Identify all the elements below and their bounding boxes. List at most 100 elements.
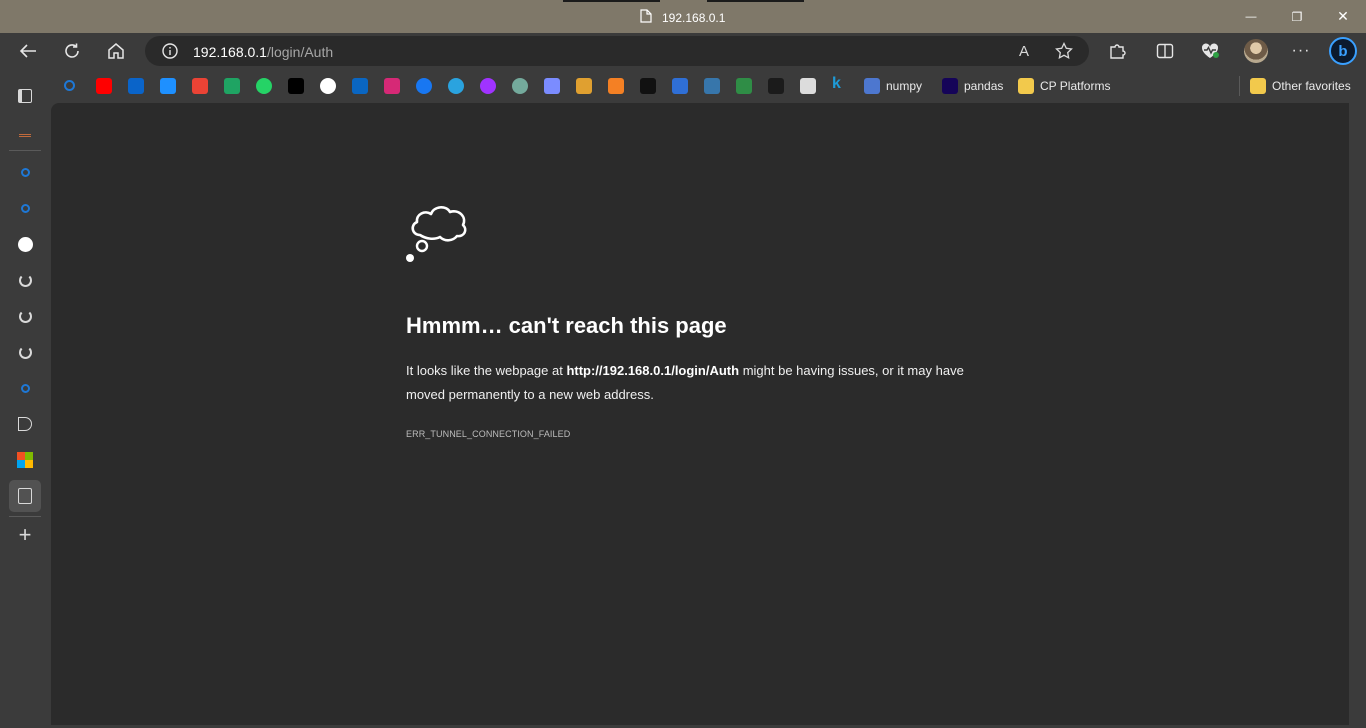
favorite-notes-icon[interactable] [800,78,816,94]
error-description: It looks like the webpage at http://192.… [406,359,1006,407]
sidebar-item-document[interactable] [9,480,41,512]
favorite-folder-1-icon[interactable] [942,78,958,94]
favorite-search-icon[interactable] [64,80,75,91]
sidebar-item-windows[interactable] [9,444,41,476]
favorite-youtube-icon[interactable] [96,78,112,94]
favorite-k-icon[interactable]: k [832,75,848,92]
sidebar-item-speaker[interactable] [9,408,41,440]
restore-button[interactable]: ❐ [1274,0,1320,33]
minimize-icon: — [1245,10,1257,23]
home-button[interactable] [99,35,133,67]
error-url: http://192.168.0.1/login/Auth [566,363,740,378]
sidebar-item-stack[interactable] [9,116,41,148]
favorite-google-drive-icon[interactable] [224,78,240,94]
other-favorites-link[interactable]: Other favorites [1272,79,1351,93]
favorite-folder-0-icon[interactable] [864,78,880,94]
error-code: ERR_TUNNEL_CONNECTION_FAILED [406,429,571,439]
bing-copilot-icon: b [1329,37,1357,65]
address-url[interactable]: 192.168.0.1/login/Auth [193,44,333,60]
sidebar-item-github[interactable] [9,228,41,260]
sidebar-divider [9,516,41,517]
favorite-x-icon[interactable] [288,78,304,94]
read-aloud-icon: A [1018,42,1029,60]
plus-icon: + [18,522,32,547]
copilot-button[interactable]: b [1326,35,1360,67]
spinner-icon [18,273,32,287]
sidebar-item-spinner[interactable] [9,300,41,332]
sidebar-add-button[interactable]: + [9,519,41,551]
search-icon [20,383,30,393]
favorite-arc-icon[interactable] [672,78,688,94]
tabs-icon [18,89,32,103]
read-aloud-button[interactable]: A [1011,40,1037,62]
sidebar-item-tabs[interactable] [9,80,41,112]
refresh-button[interactable] [55,35,89,67]
puzzle-icon [1110,44,1126,59]
browser-essentials-button[interactable] [1193,35,1227,67]
tab-strip-accent [563,0,660,2]
add-favorite-button[interactable] [1051,40,1077,62]
favorite-codeium-icon[interactable] [640,78,656,94]
close-icon: ✕ [1337,8,1349,24]
favorite-github-icon[interactable] [320,78,336,94]
favorite-link[interactable]: CP Platforms [1040,79,1110,93]
minimize-button[interactable]: — [1228,0,1274,33]
spinner-icon [18,345,32,359]
favorite-gemini-icon[interactable] [544,78,560,94]
profile-button[interactable] [1239,35,1273,67]
site-info-icon[interactable] [161,42,179,65]
back-arrow-icon [19,44,36,58]
tab-strip-accent [707,0,804,2]
page-content: Hmmm… can't reach this page It looks lik… [51,103,1349,725]
favorite-link[interactable]: pandas [964,79,1003,93]
favorite-onedrive-icon[interactable] [160,78,176,94]
favorite-folder-2-icon[interactable] [1018,78,1034,94]
error-text-before: It looks like the webpage at [406,363,567,378]
favorite-geeks-icon[interactable] [736,78,752,94]
error-title: Hmmm… can't reach this page [406,313,727,338]
favorite-instagram-icon[interactable] [384,78,400,94]
window-title: 192.168.0.1 [640,9,725,26]
split-screen-button[interactable] [1148,35,1182,67]
page-icon [640,9,652,26]
heart-pulse-icon [1201,43,1219,58]
favorite-stackoverflow-icon[interactable] [608,78,624,94]
favorite-chatgpt-icon[interactable] [512,78,528,94]
favorite-messenger-icon[interactable] [480,78,496,94]
favorite-linkedin-icon[interactable] [352,78,368,94]
extensions-button[interactable] [1100,35,1134,67]
url-path: /login/Auth [266,44,334,60]
sidebar-item-spinner[interactable] [9,264,41,296]
favorite-whatsapp-icon[interactable] [256,78,272,94]
speaker-icon [18,417,32,431]
settings-more-button[interactable]: ··· [1284,35,1318,67]
favorite-facebook-icon[interactable] [416,78,432,94]
more-icon: ··· [1291,42,1311,59]
avatar [1244,39,1268,63]
document-icon [18,488,32,504]
favorite-codeforces-icon[interactable] [576,78,592,94]
favorite-telegram-icon[interactable] [448,78,464,94]
spinner-icon [18,309,32,323]
split-screen-icon [1156,43,1174,59]
sidebar-item-search[interactable] [9,372,41,404]
favorite-mt-icon[interactable] [768,78,784,94]
star-icon [1055,42,1073,60]
sidebar: + [0,72,50,728]
favorite-link[interactable]: numpy [886,79,922,93]
sidebar-item-spinner[interactable] [9,336,41,368]
search-icon [20,167,30,177]
address-bar[interactable]: 192.168.0.1/login/Auth A [145,36,1089,66]
thought-cloud-icon [406,206,467,262]
close-window-button[interactable]: ✕ [1320,0,1366,33]
sidebar-item-search[interactable] [9,192,41,224]
restore-icon: ❐ [1291,9,1303,24]
home-icon [108,43,124,59]
back-button[interactable] [11,35,45,67]
other-favorites-folder-icon[interactable] [1250,78,1266,94]
favorite-python-icon[interactable] [704,78,720,94]
favorite-gmail-icon[interactable] [192,78,208,94]
windows-icon [17,452,33,468]
sidebar-item-search[interactable] [9,156,41,188]
favorite-outlook-icon[interactable] [128,78,144,94]
